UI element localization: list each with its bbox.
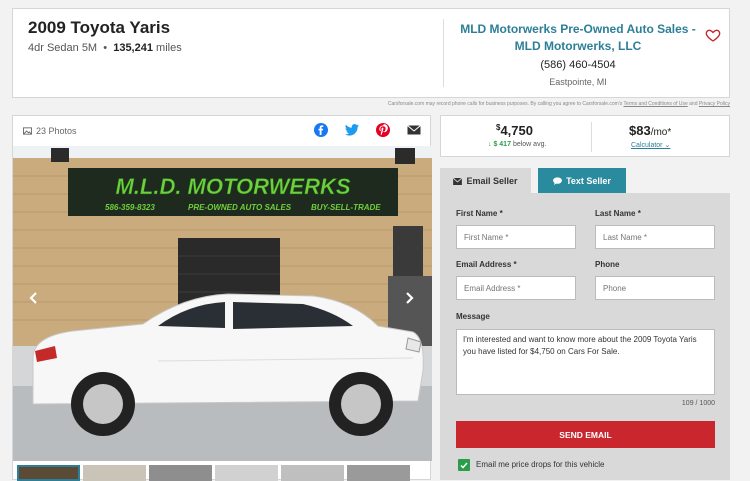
terms-link[interactable]: Terms and Conditions of Use	[624, 101, 688, 107]
listing-title: 2009 Toyota Yaris	[28, 18, 171, 37]
header-divider	[443, 19, 444, 87]
calculator-link[interactable]: Calculator ⌄	[631, 141, 670, 149]
required-mark: *	[637, 209, 641, 218]
photo-count-label: 23 Photos	[36, 126, 77, 136]
price-card: $4,750 ↓ $ 417 below avg. $83/mo* Calcul…	[440, 115, 730, 157]
first-name-label: First Name *	[456, 209, 503, 218]
checkmark-icon	[460, 462, 468, 469]
email-label: Email Address *	[456, 260, 517, 269]
email-label-text: Email Address	[456, 260, 512, 269]
call-disclaimer: Carsforsale.com may record phone calls f…	[388, 101, 730, 107]
sign-phone: 586-359-8323	[105, 203, 155, 212]
price-drop-checkbox[interactable]	[458, 459, 470, 471]
price-divider	[591, 122, 592, 152]
thumbnail[interactable]	[17, 465, 80, 481]
contact-seller-form: First Name * Last Name * Email Address *…	[440, 193, 730, 480]
listing-subtitle: 4dr Sedan 5M • 135,241 miles	[28, 42, 182, 54]
envelope-icon	[453, 177, 463, 185]
below-text: below avg.	[512, 141, 547, 148]
facebook-icon[interactable]	[313, 122, 329, 138]
phone-label: Phone	[595, 260, 620, 269]
email-share-icon[interactable]	[406, 122, 422, 138]
price-drop-label: Email me price drops for this vehicle	[476, 460, 605, 469]
first-name-label-text: First Name	[456, 209, 498, 218]
tab-text-label: Text Seller	[566, 176, 611, 186]
required-mark: *	[513, 260, 517, 269]
pinterest-icon[interactable]	[375, 122, 391, 138]
trim-text: 4dr Sedan 5M	[28, 42, 98, 54]
last-name-label-text: Last Name	[595, 209, 636, 218]
send-email-button[interactable]: SEND EMAIL	[456, 421, 715, 448]
thumbnail[interactable]	[347, 465, 410, 481]
chevron-down-icon: ⌄	[664, 142, 671, 149]
thumbnail-strip	[17, 465, 410, 481]
listing-header-card: 2009 Toyota Yaris 4dr Sedan 5M • 135,241…	[12, 8, 730, 98]
dealer-phone[interactable]: (586) 460-4504	[453, 59, 703, 71]
vehicle-photo[interactable]: M.L.D. MOTORWERKS 586-359-8323 PRE-OWNED…	[13, 146, 432, 461]
dealership-car-image: M.L.D. MOTORWERKS 586-359-8323 PRE-OWNED…	[13, 146, 432, 461]
chat-bubble-icon	[553, 177, 563, 185]
sign-trade: BUY-SELL-TRADE	[311, 203, 381, 212]
photo-count[interactable]: 23 Photos	[23, 126, 77, 136]
thumbnail[interactable]	[83, 465, 146, 481]
image-icon	[23, 127, 32, 135]
down-arrow-icon: ↓	[488, 141, 492, 148]
favorite-heart-icon[interactable]	[705, 27, 721, 43]
dealer-name-link[interactable]: MLD Motorwerks Pre-Owned Auto Sales - ML…	[453, 21, 703, 55]
prev-photo-arrow-icon[interactable]	[27, 291, 41, 305]
tab-email-seller[interactable]: Email Seller	[440, 168, 531, 194]
last-name-label: Last Name *	[595, 209, 641, 218]
sign-sub: PRE-OWNED AUTO SALES	[188, 203, 292, 212]
tab-email-label: Email Seller	[466, 176, 518, 186]
message-textarea[interactable]: I'm interested and want to know more abo…	[456, 329, 715, 395]
email-field[interactable]	[456, 276, 576, 300]
sign-title: M.L.D. MOTORWERKS	[115, 174, 350, 199]
tab-text-seller[interactable]: Text Seller	[538, 168, 626, 194]
mileage-unit: miles	[156, 42, 182, 54]
monthly-unit: /mo*	[650, 127, 672, 138]
photo-gallery: 23 Photos M.L.D. MOTORWERKS 586-359-8323…	[12, 115, 432, 481]
disclaimer-and: and	[689, 101, 698, 107]
dealer-location: Eastpointe, MI	[549, 77, 607, 87]
disclaimer-text: Carsforsale.com may record phone calls f…	[387, 101, 623, 107]
monthly-amount: $83	[629, 123, 651, 138]
character-count: 109 / 1000	[681, 400, 715, 407]
price: $4,750	[496, 123, 533, 138]
price-amount: 4,750	[500, 123, 533, 138]
below-average: ↓ $ 417 below avg.	[488, 141, 546, 148]
first-name-input[interactable]	[456, 225, 576, 249]
below-amount: $ 417	[493, 141, 511, 148]
monthly-payment: $83/mo*	[629, 123, 671, 138]
thumbnail[interactable]	[149, 465, 212, 481]
thumbnail[interactable]	[281, 465, 344, 481]
next-photo-arrow-icon[interactable]	[402, 291, 416, 305]
thumbnail[interactable]	[215, 465, 278, 481]
calculator-label: Calculator	[631, 142, 663, 149]
message-label: Message	[456, 312, 490, 321]
required-mark: *	[499, 209, 503, 218]
twitter-icon[interactable]	[344, 122, 360, 138]
privacy-link[interactable]: Privacy Policy	[699, 101, 730, 107]
bullet-separator: •	[100, 42, 111, 54]
last-name-input[interactable]	[595, 225, 715, 249]
phone-field[interactable]	[595, 276, 715, 300]
mileage-value: 135,241	[113, 42, 153, 54]
